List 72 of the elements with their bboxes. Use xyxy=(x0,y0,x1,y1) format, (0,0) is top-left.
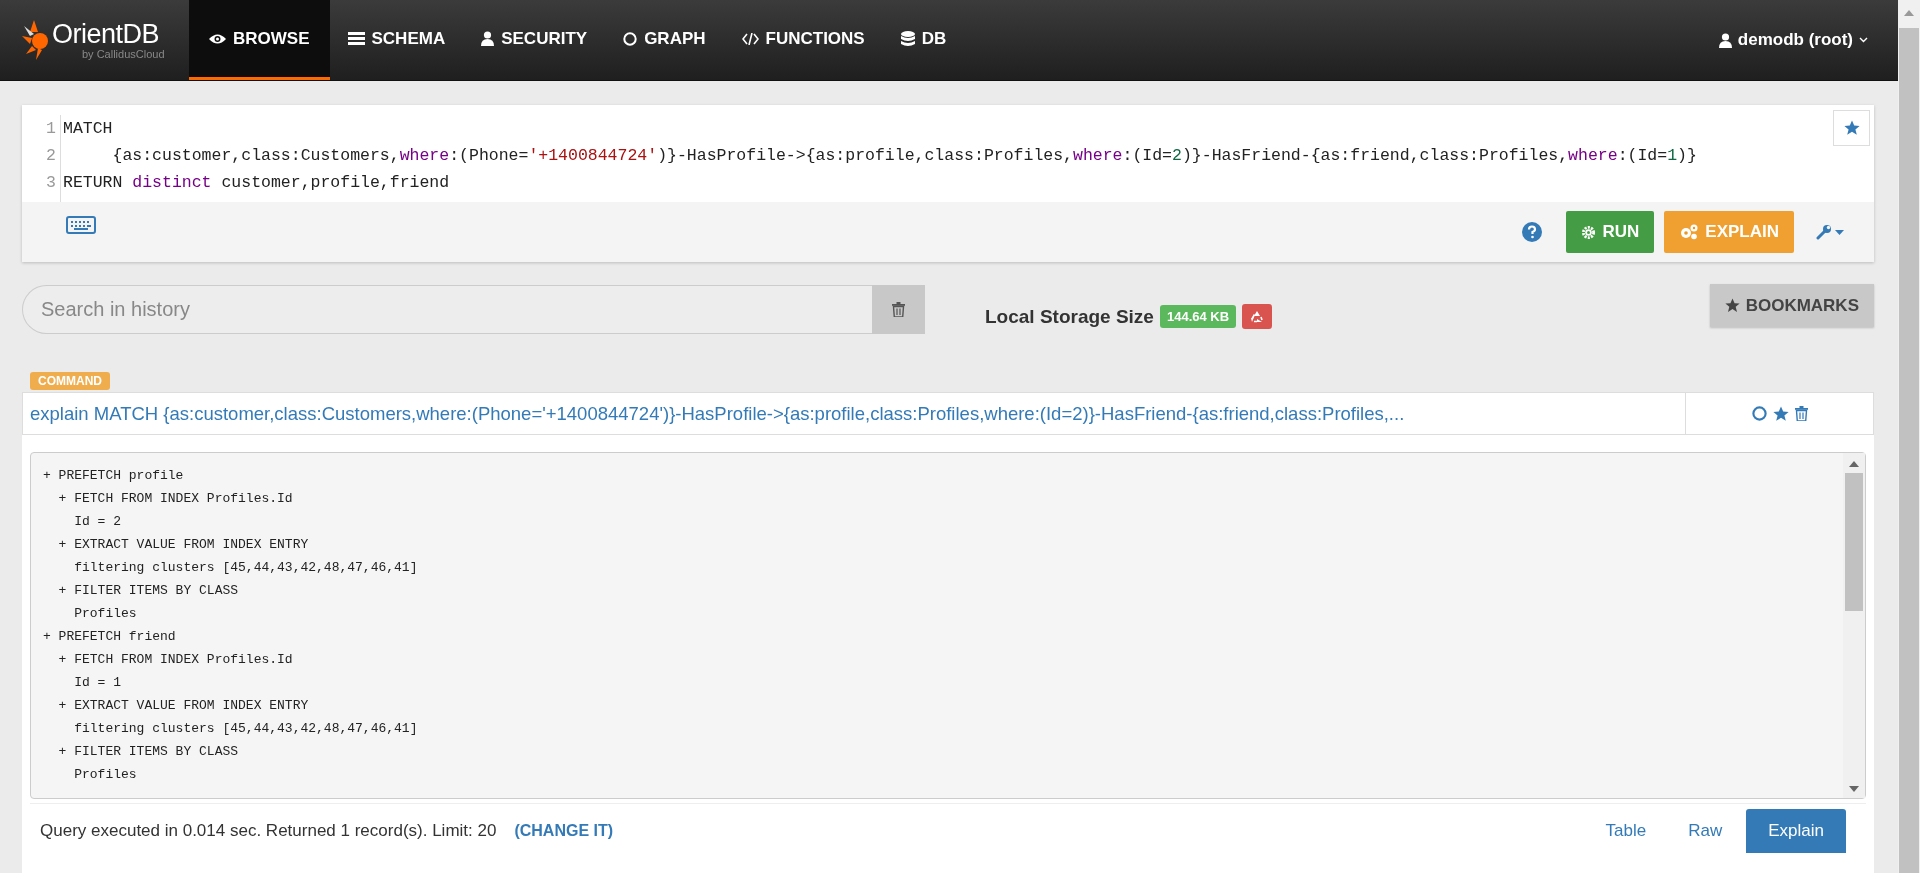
gear-icon xyxy=(1581,224,1597,240)
output-line: Profiles xyxy=(73,605,138,623)
nav-tab[interactable]: BROWSE xyxy=(189,0,330,80)
output-line: Profiles xyxy=(73,766,138,784)
code-line: MATCH xyxy=(63,118,114,140)
scroll-up-icon[interactable] xyxy=(1849,461,1859,467)
user-icon xyxy=(481,31,495,46)
user-icon xyxy=(1718,32,1732,48)
output-line: + EXTRACT VALUE FROM INDEX ENTRY xyxy=(57,697,310,715)
code-line: {as:customer,class:Customers,where:(Phone='+1400844724')}-HasProfile->{as:profile,class:Profiles,where:(Id=2)}-HasFriend-{as:friend,class:Profiles,where:(Id=1)} xyxy=(111,145,1697,167)
line-number: 2 xyxy=(46,145,56,167)
logo-tagline: by CallidusCloud xyxy=(82,48,165,60)
code-line: RETURN distinct customer,profile,friend xyxy=(63,172,451,194)
output-line: + FILTER ITEMS BY CLASS xyxy=(57,743,240,761)
star-icon xyxy=(1843,120,1860,136)
keyboard-icon[interactable] xyxy=(66,216,96,234)
line-number: 1 xyxy=(46,118,56,140)
bookmark-button[interactable] xyxy=(1833,110,1870,146)
eye-icon xyxy=(209,32,226,45)
user-menu[interactable]: demodb (root) xyxy=(1718,0,1898,80)
logo-icon xyxy=(20,18,50,62)
clear-history-button[interactable] xyxy=(872,285,925,334)
scroll-down-icon[interactable] xyxy=(1849,786,1859,792)
star-icon xyxy=(1724,298,1740,313)
view-tab[interactable]: Table xyxy=(1587,811,1665,851)
output-line: + EXTRACT VALUE FROM INDEX ENTRY xyxy=(57,536,310,554)
chevron-down-icon xyxy=(1859,37,1868,43)
output-line: + FETCH FROM INDEX Profiles.Id xyxy=(57,490,294,508)
nav-tab[interactable]: GRAPH xyxy=(605,0,724,80)
star-icon[interactable] xyxy=(1772,405,1789,422)
scrollbar-thumb[interactable] xyxy=(1845,473,1863,611)
scrollbar-thumb[interactable] xyxy=(1899,28,1919,873)
status-text: Query executed in 0.014 sec. Returned 1 record(s). Limit: 20 xyxy=(40,821,497,841)
logo-name: OrientDB xyxy=(52,20,161,48)
view-tab[interactable]: Raw xyxy=(1670,811,1741,851)
help-icon[interactable] xyxy=(1522,222,1543,242)
settings-dropdown[interactable] xyxy=(1816,224,1844,240)
trash-icon xyxy=(892,302,905,317)
line-number: 3 xyxy=(46,172,56,194)
output-line: + PREFETCH profile xyxy=(43,467,185,485)
output-line: filtering clusters [45,44,43,42,48,47,46,41] xyxy=(73,559,419,577)
nav-tab[interactable]: SCHEMA xyxy=(329,0,464,80)
output-line: filtering clusters [45,44,43,42,48,47,46,41] xyxy=(73,720,419,738)
output-line: Id = 1 xyxy=(73,674,122,692)
change-limit-link[interactable]: (CHANGE IT) xyxy=(514,822,614,840)
query-editor[interactable] xyxy=(22,105,1874,262)
output-line: + FILTER ITEMS BY CLASS xyxy=(57,582,240,600)
code-icon xyxy=(741,32,759,45)
storage-size-badge: 144.64 KB xyxy=(1159,305,1237,328)
gears-icon xyxy=(1679,224,1700,240)
nav-tab[interactable]: SECURITY xyxy=(463,0,606,80)
view-tab[interactable]: Explain xyxy=(1746,809,1846,853)
caret-icon xyxy=(1835,229,1844,235)
output-line: + PREFETCH friend xyxy=(43,628,177,646)
wrench-icon xyxy=(1816,224,1832,240)
history-search-field[interactable]: Search in history xyxy=(22,285,872,334)
circle-icon xyxy=(623,31,638,46)
nav-tab[interactable]: DB xyxy=(882,0,965,80)
nav-tab[interactable]: FUNCTIONS xyxy=(723,0,883,80)
clear-storage-button[interactable] xyxy=(1242,304,1273,329)
database-icon xyxy=(900,30,915,47)
scroll-up-icon[interactable] xyxy=(1904,10,1914,16)
output-line: Id = 2 xyxy=(73,513,122,531)
bookmarks-button[interactable]: BOOKMARKS xyxy=(1709,284,1874,327)
circle-icon[interactable] xyxy=(1751,406,1767,421)
storage-label: Local Storage Size xyxy=(985,305,1154,328)
command-badge: COMMAND xyxy=(30,372,110,390)
recycle-icon xyxy=(1250,309,1265,324)
run-button[interactable]: RUN xyxy=(1566,211,1655,253)
output-line: + FETCH FROM INDEX Profiles.Id xyxy=(57,651,294,669)
list-icon xyxy=(347,31,365,46)
trash-icon[interactable] xyxy=(1794,406,1808,421)
